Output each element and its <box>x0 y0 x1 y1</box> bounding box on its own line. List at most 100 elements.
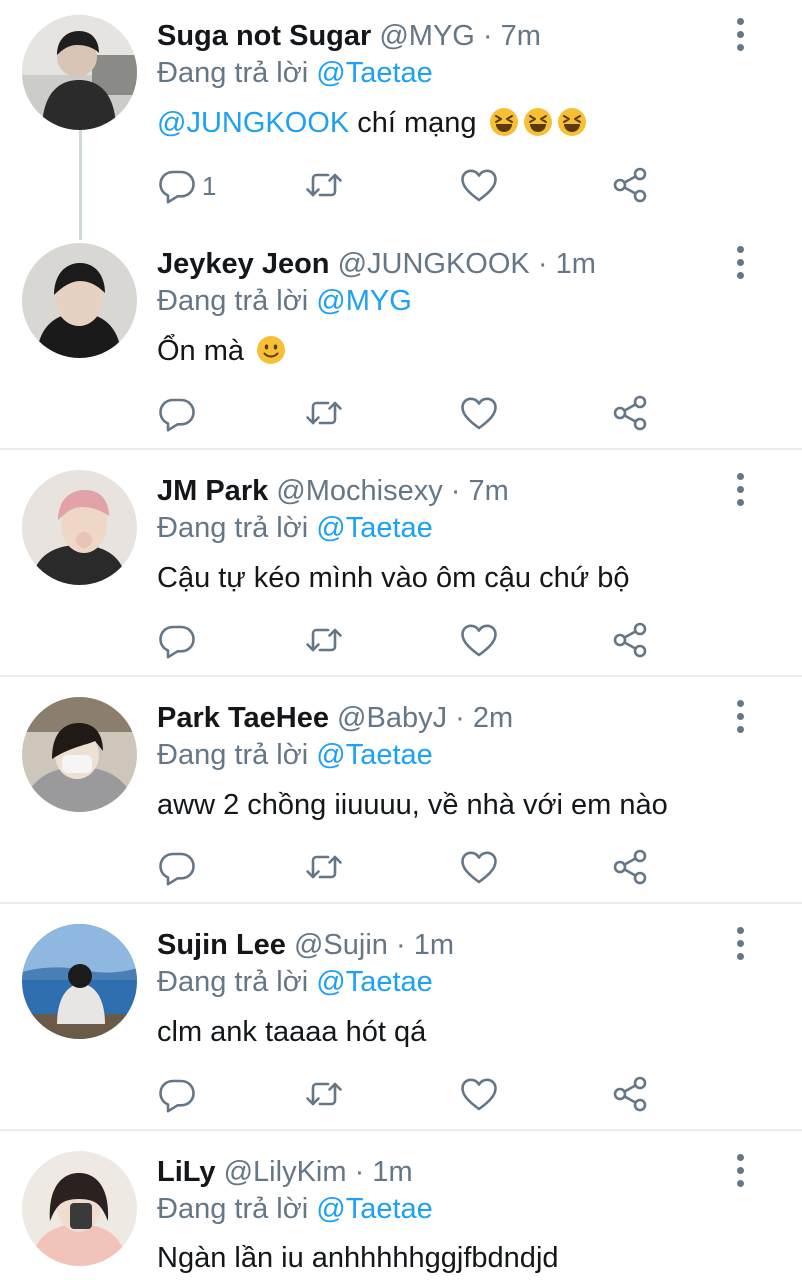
separator-dot: · <box>482 20 493 52</box>
avatar[interactable] <box>22 470 137 585</box>
display-name[interactable]: Sujin Lee <box>157 929 286 961</box>
tweet-divider <box>0 675 802 677</box>
more-options-icon[interactable] <box>729 1152 753 1192</box>
tweet-reply[interactable]: Sujin Lee @Sujin · 1m Đang trả lời @Taet… <box>0 909 802 1129</box>
timestamp[interactable]: 1m <box>414 929 454 961</box>
tweet-body: Cậu tự kéo mình vào ôm cậu chứ bộ <box>157 562 630 594</box>
tweet-reply[interactable]: JM Park @Mochisexy · 7m Đang trả lời @Ta… <box>0 455 802 675</box>
laughing-emoji <box>523 107 553 137</box>
avatar[interactable] <box>22 15 137 130</box>
reply-icon[interactable] <box>157 847 197 887</box>
avatar[interactable] <box>22 243 137 358</box>
username[interactable]: @BabyJ <box>337 702 447 734</box>
username[interactable]: @JUNGKOOK <box>338 248 530 280</box>
tweet-text: @JUNGKOOK chí mạng <box>157 105 587 141</box>
avatar[interactable] <box>22 697 137 812</box>
tweet-reply[interactable]: Park TaeHee @BabyJ · 2m Đang trả lời @Ta… <box>0 682 802 902</box>
like-icon[interactable] <box>459 1074 499 1114</box>
share-icon[interactable] <box>610 1074 650 1114</box>
tweet-divider <box>0 1129 802 1131</box>
timestamp[interactable]: 7m <box>469 475 509 507</box>
retweet-icon[interactable] <box>304 847 344 887</box>
replying-to-mention[interactable]: @Taetae <box>316 512 433 544</box>
laughing-emoji <box>557 107 587 137</box>
avatar[interactable] <box>22 924 137 1039</box>
username[interactable]: @Mochisexy <box>276 475 442 507</box>
tweet-divider <box>0 448 802 450</box>
tweet-text: Ngàn lần iu anhhhhhggjfbdndjd <box>157 1240 559 1276</box>
retweet-icon[interactable] <box>304 1074 344 1114</box>
replying-to-label: Đang trả lời <box>157 57 309 89</box>
display-name[interactable]: JM Park <box>157 475 268 507</box>
tweet-text: aww 2 chồng iiuuuu, về nhà với em nào <box>157 787 668 823</box>
reply-count: 1 <box>202 171 217 201</box>
like-icon[interactable] <box>459 393 499 433</box>
reply-icon[interactable] <box>157 165 197 205</box>
timestamp[interactable]: 1m <box>556 248 596 280</box>
tweet-reply[interactable]: LiLy @LilyKim · 1m Đang trả lời @Taetae … <box>0 1136 802 1280</box>
username[interactable]: @MYG <box>379 20 475 52</box>
replying-to-line: Đang trả lời @Taetae <box>157 964 433 1000</box>
more-options-icon[interactable] <box>729 471 753 511</box>
display-name[interactable]: Park TaeHee <box>157 702 329 734</box>
replying-to-line: Đang trả lời @Taetae <box>157 737 433 773</box>
replying-to-line: Đang trả lời @MYG <box>157 283 412 319</box>
username[interactable]: @Sujin <box>294 929 388 961</box>
separator-dot: · <box>450 475 461 507</box>
more-options-icon[interactable] <box>729 698 753 738</box>
more-options-icon[interactable] <box>729 244 753 284</box>
share-icon[interactable] <box>610 393 650 433</box>
share-icon[interactable] <box>610 847 650 887</box>
separator-dot: · <box>455 702 465 734</box>
replying-to-line: Đang trả lời @Taetae <box>157 510 433 546</box>
replying-to-label: Đang trả lời <box>157 1193 309 1225</box>
replying-to-mention[interactable]: @MYG <box>316 285 412 317</box>
reply-icon[interactable] <box>157 393 197 433</box>
timestamp[interactable]: 7m <box>501 20 541 52</box>
tweet-body: chí mạng <box>357 107 477 139</box>
smile-emoji <box>256 335 286 365</box>
separator-dot: · <box>537 248 548 280</box>
replying-to-label: Đang trả lời <box>157 285 309 317</box>
tweet-body: Ngàn lần iu anhhhhhggjfbdndjd <box>157 1242 559 1274</box>
replying-to-mention[interactable]: @Taetae <box>316 1193 433 1225</box>
tweet-reply[interactable]: Suga not Sugar @MYG · 7m Đang trả lời @T… <box>0 0 802 228</box>
tweet-text: clm ank taaaa hót qá <box>157 1014 426 1050</box>
separator-dot: · <box>395 929 406 961</box>
replying-to-label: Đang trả lời <box>157 739 309 771</box>
replying-to-label: Đang trả lời <box>157 512 309 544</box>
like-icon[interactable] <box>459 165 499 205</box>
retweet-icon[interactable] <box>304 620 344 660</box>
mention-link[interactable]: @JUNGKOOK <box>157 107 349 139</box>
avatar[interactable] <box>22 1151 137 1266</box>
reply-icon[interactable] <box>157 620 197 660</box>
username[interactable]: @LilyKim <box>224 1156 347 1188</box>
more-options-icon[interactable] <box>729 925 753 965</box>
timestamp[interactable]: 1m <box>372 1156 412 1188</box>
more-options-icon[interactable] <box>729 16 753 56</box>
retweet-icon[interactable] <box>304 393 344 433</box>
laughing-emoji <box>489 107 519 137</box>
replying-to-line: Đang trả lời @Taetae <box>157 55 433 91</box>
reply-icon[interactable] <box>157 1074 197 1114</box>
like-icon[interactable] <box>459 620 499 660</box>
retweet-icon[interactable] <box>304 165 344 205</box>
display-name[interactable]: LiLy <box>157 1156 216 1188</box>
tweet-text: Ổn mà <box>157 333 286 369</box>
tweet-reply[interactable]: Jeykey Jeon @JUNGKOOK · 1m Đang trả lời … <box>0 228 802 448</box>
tweet-text: Cậu tự kéo mình vào ôm cậu chứ bộ <box>157 560 629 596</box>
tweet-body: clm ank taaaa hót qá <box>157 1016 427 1048</box>
display-name[interactable]: Jeykey Jeon <box>157 248 330 280</box>
tweet-body: aww 2 chồng iiuuuu, về nhà với em nào <box>157 789 668 821</box>
timestamp[interactable]: 2m <box>473 702 513 734</box>
tweet-body: Ổn mà <box>157 335 245 367</box>
replying-to-mention[interactable]: @Taetae <box>316 57 433 89</box>
replying-to-mention[interactable]: @Taetae <box>316 739 433 771</box>
like-icon[interactable] <box>459 847 499 887</box>
tweet-divider <box>0 902 802 904</box>
share-icon[interactable] <box>610 165 650 205</box>
display-name[interactable]: Suga not Sugar <box>157 20 371 52</box>
replying-to-label: Đang trả lời <box>157 966 309 998</box>
share-icon[interactable] <box>610 620 650 660</box>
replying-to-mention[interactable]: @Taetae <box>316 966 433 998</box>
